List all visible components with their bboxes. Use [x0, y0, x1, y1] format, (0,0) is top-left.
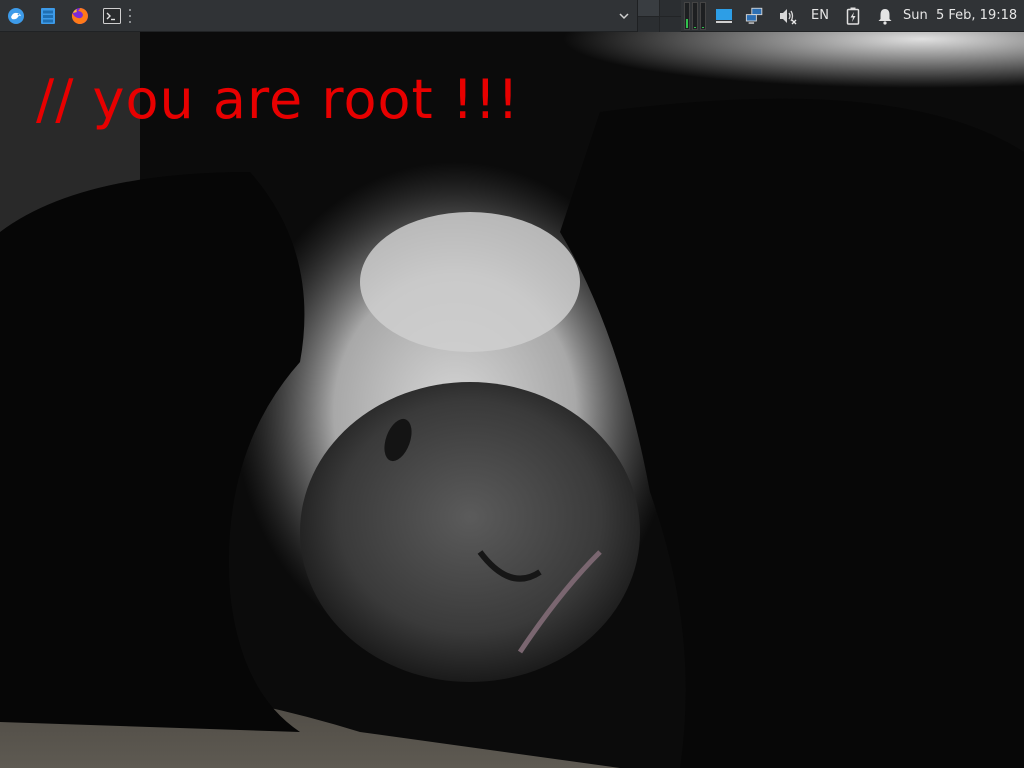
show-desktop-button[interactable] [714, 6, 734, 26]
clock[interactable]: Sun 5 Feb, 19:18 [903, 0, 1017, 32]
cpu-bar [684, 2, 690, 30]
desktop-3[interactable] [638, 16, 659, 32]
firefox-launcher[interactable] [68, 4, 92, 28]
desktop-pager[interactable] [637, 0, 681, 32]
bell-icon [878, 8, 892, 25]
show-hidden-icons-button[interactable] [615, 8, 633, 24]
desktop-4[interactable] [660, 16, 681, 32]
desktop-1[interactable] [638, 0, 659, 16]
taskbar-panel: EN Sun 5 Feb, 19:18 [0, 0, 1024, 32]
show-desktop-icon [716, 9, 732, 23]
wallpaper-caption: // you are root !!! [36, 68, 520, 131]
file-manager-launcher[interactable] [36, 4, 60, 28]
file-manager-icon [41, 8, 55, 24]
launcher-separator-handle[interactable] [128, 9, 132, 23]
battery-charging-icon [846, 7, 860, 25]
cpu-monitor[interactable] [684, 2, 708, 30]
firefox-icon [71, 8, 88, 24]
app-menu-button[interactable] [4, 4, 28, 28]
cpu-bar [692, 2, 698, 30]
terminal-icon [103, 8, 121, 24]
volume-tray[interactable] [778, 6, 798, 26]
app-menu-icon [8, 8, 24, 24]
desktop-wallpaper[interactable]: // you are root !!! [0, 32, 1024, 768]
terminal-launcher[interactable] [100, 4, 124, 28]
desktop-2[interactable] [660, 0, 681, 16]
chevron-down-icon [619, 12, 629, 19]
network-wired-icon [745, 7, 763, 24]
wallpaper-image [0, 32, 1024, 768]
cpu-bar [700, 2, 706, 30]
notifications-button[interactable] [875, 6, 895, 26]
keyboard-layout-indicator[interactable]: EN [811, 0, 829, 32]
network-tray[interactable] [745, 6, 765, 26]
volume-muted-icon [780, 9, 797, 25]
battery-tray[interactable] [843, 6, 863, 26]
